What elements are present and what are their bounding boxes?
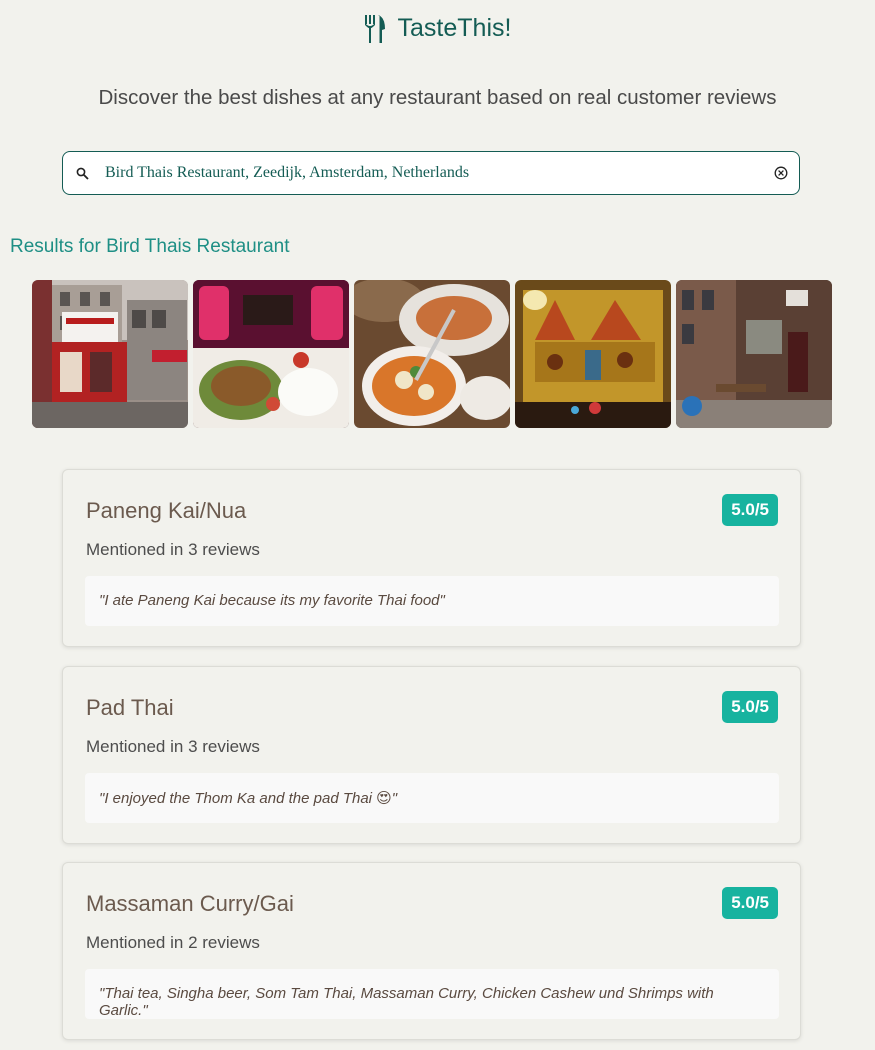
dish-card[interactable]: Paneng Kai/Nua 5.0/5 Mentioned in 3 revi… xyxy=(62,469,801,647)
mention-count: Mentioned in 3 reviews xyxy=(86,737,260,756)
dish-photo[interactable] xyxy=(193,280,349,428)
app-title: TasteThis! xyxy=(397,14,512,42)
utensils-icon xyxy=(364,14,385,43)
dish-card[interactable]: Massaman Curry/Gai 5.0/5 Mentioned in 2 … xyxy=(62,862,801,1040)
mention-count: Mentioned in 2 reviews xyxy=(86,933,260,952)
mention-count: Mentioned in 3 reviews xyxy=(86,540,260,559)
soup-photo[interactable] xyxy=(354,280,510,428)
photo-strip xyxy=(32,280,832,428)
dish-name: Massaman Curry/Gai xyxy=(86,891,294,916)
review-quote: "I ate Paneng Kai because its my favorit… xyxy=(85,576,779,626)
search-icon xyxy=(76,167,89,180)
clear-icon[interactable] xyxy=(774,166,788,180)
dish-card[interactable]: Pad Thai 5.0/5 Mentioned in 3 reviews "I… xyxy=(62,666,801,844)
review-quote: "Thai tea, Singha beer, Som Tam Thai, Ma… xyxy=(85,969,779,1019)
dish-name: Pad Thai xyxy=(86,695,174,720)
rating-badge: 5.0/5 xyxy=(722,691,778,723)
search-bar[interactable] xyxy=(62,151,800,195)
page-subtitle: Discover the best dishes at any restaura… xyxy=(98,86,777,109)
app-header: TasteThis! xyxy=(0,14,875,43)
rating-badge: 5.0/5 xyxy=(722,494,778,526)
rating-badge: 5.0/5 xyxy=(722,887,778,919)
mural-photo[interactable] xyxy=(515,280,671,428)
street-photo[interactable] xyxy=(676,280,832,428)
dish-name: Paneng Kai/Nua xyxy=(86,498,247,523)
results-heading: Results for Bird Thais Restaurant xyxy=(10,236,290,257)
search-input[interactable] xyxy=(103,163,747,183)
storefront-photo[interactable] xyxy=(32,280,188,428)
review-quote: "I enjoyed the Thom Ka and the pad Thai … xyxy=(85,773,779,823)
